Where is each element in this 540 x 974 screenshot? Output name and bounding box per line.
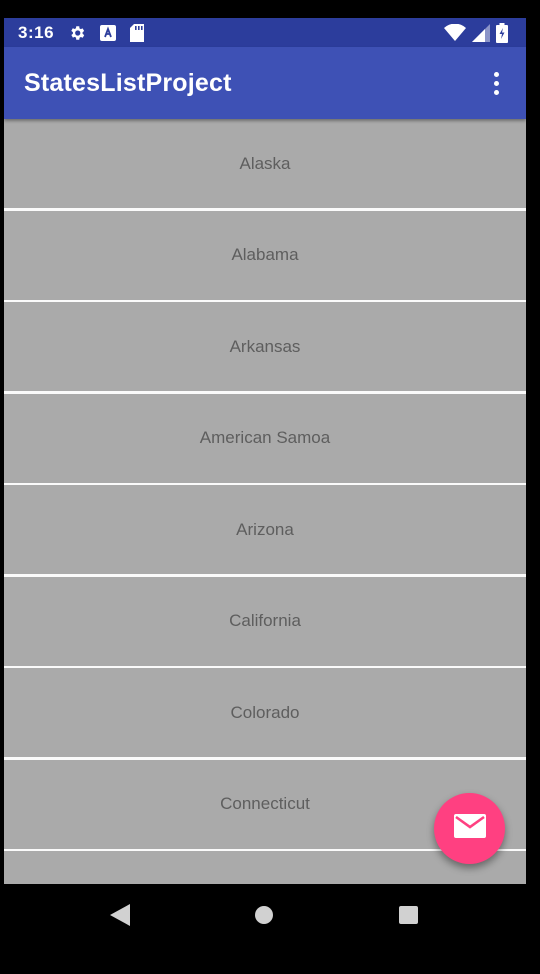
cell-signal-icon: [472, 23, 490, 42]
email-icon: [453, 814, 486, 843]
status-bar-right: [444, 22, 508, 43]
list-item-state[interactable]: Arkansas: [4, 302, 526, 391]
status-time: 3:16: [18, 22, 55, 42]
status-bar: 3:16: [4, 18, 526, 47]
overflow-menu-icon[interactable]: [484, 63, 508, 103]
navigation-bar: [0, 884, 540, 974]
list-item-state[interactable]: Arizona: [4, 485, 526, 574]
recents-icon[interactable]: [399, 906, 418, 929]
list-item-state[interactable]: Colorado: [4, 668, 526, 757]
list-item-state[interactable]: Alabama: [4, 210, 526, 300]
list-item-state[interactable]: American Samoa: [4, 393, 526, 483]
app-title: StatesListProject: [24, 68, 232, 97]
wifi-icon: [444, 23, 466, 42]
states-list[interactable]: Alaska Alabama Arkansas American Samoa A…: [4, 119, 526, 884]
back-icon[interactable]: [110, 904, 130, 931]
overflow-dot: [493, 80, 499, 86]
phone-screen: 3:16 StatesListProject Alaska Alabama Ar…: [0, 0, 540, 974]
overflow-dot: [493, 89, 499, 95]
status-bar-left: 3:16: [18, 22, 145, 43]
sd-card-icon: [130, 23, 145, 42]
home-icon[interactable]: [255, 906, 273, 929]
list-item-state[interactable]: Alaska: [4, 119, 526, 208]
app-bar: StatesListProject: [4, 47, 526, 119]
email-fab-button[interactable]: [434, 793, 505, 864]
a-box-icon: [100, 24, 117, 41]
settings-gear-icon: [68, 24, 86, 42]
battery-icon: [496, 22, 508, 43]
overflow-dot: [493, 71, 499, 77]
list-item-state[interactable]: California: [4, 576, 526, 666]
